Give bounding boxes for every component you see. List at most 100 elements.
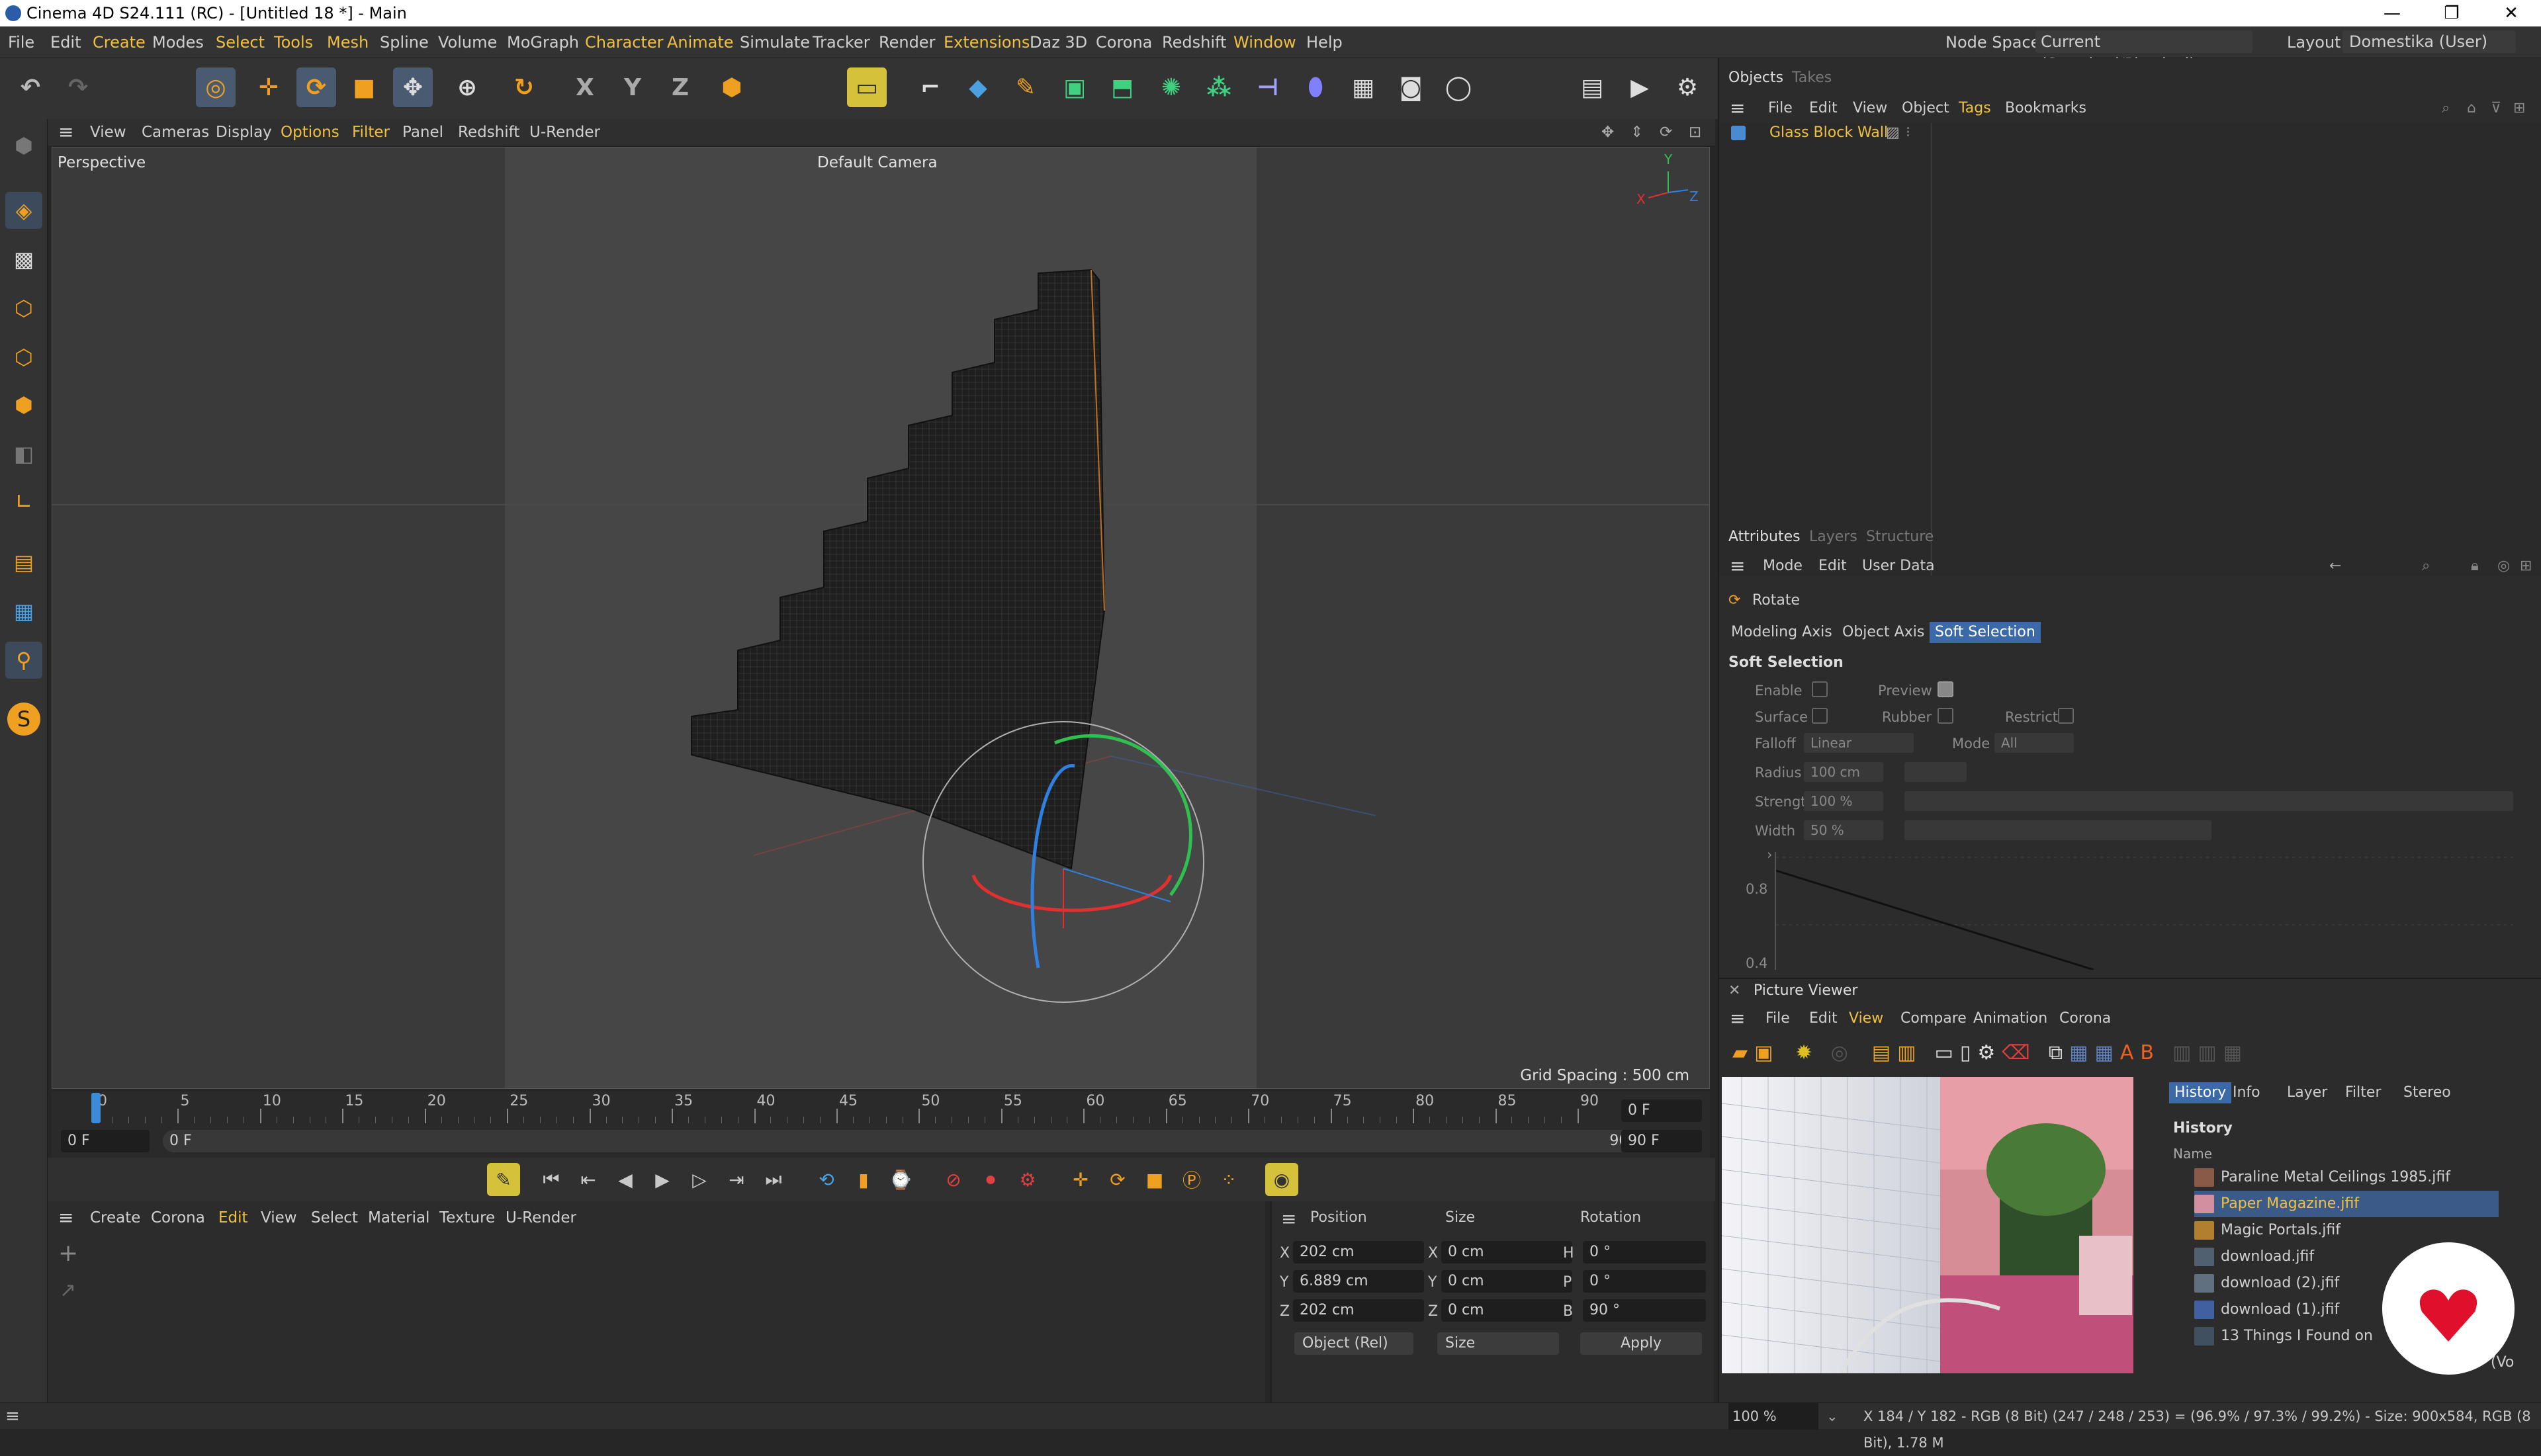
recent-tool-icon[interactable]: ↻ [504,67,544,107]
pv-hamburger-icon[interactable]: ≡ [1730,1006,1745,1032]
move-handle-icon[interactable]: ✥ [393,67,433,107]
pv-diff-icon[interactable]: ▦ [2223,1041,2242,1064]
light-icon[interactable]: ◯ [1439,67,1478,107]
field-icon[interactable]: ⬮ [1296,67,1335,107]
render-view-icon[interactable]: ▤ [1572,67,1612,107]
menu-character[interactable]: Character [585,26,664,58]
point-mode-icon[interactable]: ⬡ [5,290,42,327]
pv-frame-icon[interactable]: ▯ [1960,1041,1971,1064]
axis-mode-icon[interactable]: ∟ [5,483,42,520]
attr-menu-userdata[interactable]: User Data [1862,553,1935,579]
layout-dropdown[interactable]: Domestika (User) [2342,30,2516,53]
next-frame-icon[interactable]: ▷ [683,1163,716,1196]
go-to-start-icon[interactable]: ⏮ [535,1163,568,1196]
vp-menu-options[interactable]: Options [281,119,339,146]
grid-snap-icon[interactable]: ▦ [5,593,42,630]
vp-rotate-icon[interactable]: ⟳ [1660,119,1672,146]
pv-menu-animation[interactable]: Animation [1973,1006,2047,1032]
menu-corona[interactable]: Corona [1096,26,1152,58]
pv-ab-a-icon[interactable]: ▦ [2069,1041,2088,1064]
falloff-dropdown[interactable]: Linear [1804,733,1914,753]
pv-tab-history[interactable]: History [2169,1082,2232,1103]
pv-tab-info[interactable]: Info [2233,1081,2260,1105]
menu-file[interactable]: File [8,26,34,58]
obj-menu-edit[interactable]: Edit [1809,95,1838,122]
timeline[interactable]: 0 5 10 15 20 25 30 35 40 45 50 55 60 65 70 75 80 85 90 0 F… [52,1092,1710,1158]
vp-menu-urender[interactable]: U-Render [529,119,600,146]
mat-menu-create[interactable]: Create [90,1201,140,1234]
menu-help[interactable]: Help [1306,26,1343,58]
end-frame-field[interactable]: 90 F [1621,1130,1702,1152]
obj-menu-bookmarks[interactable]: Bookmarks [2005,95,2086,122]
cloner-icon[interactable]: ✺ [1151,67,1191,107]
zoom-field[interactable]: 100 % [1728,1403,1818,1430]
mode-dropdown[interactable]: All [1994,733,2074,753]
objects-newview-icon[interactable]: ⊞ [2513,95,2525,122]
mat-menu-urender[interactable]: U-Render [506,1201,576,1234]
menu-modes[interactable]: Modes [152,26,204,58]
history-item[interactable]: Paraline Metal Ceilings 1985.jfif [2194,1164,2499,1191]
rot-p-field[interactable]: 0 ° [1583,1270,1706,1293]
select-tool-icon[interactable]: ◎ [196,67,236,107]
render-settings-icon[interactable]: ⚙ [1668,67,1707,107]
enable-checkbox[interactable] [1812,681,1828,697]
mat-menu-material[interactable]: Material [368,1201,429,1234]
menu-animate[interactable]: Animate [667,26,734,58]
coordinate-mode-dropdown[interactable]: Object (Rel) [1294,1332,1413,1355]
menu-volume[interactable]: Volume [438,26,497,58]
make-editable-icon[interactable]: ⬢ [5,127,42,164]
timeline-ruler[interactable]: 0 5 10 15 20 25 30 35 40 45 50 55 60 65 70 75 80 85 90 [71,1092,1607,1125]
pv-split-icon[interactable]: ▥ [2172,1041,2191,1064]
menu-mograph[interactable]: MoGraph [507,26,579,58]
next-key-icon[interactable]: ⇥ [720,1163,753,1196]
pv-save-icon[interactable]: ▣ [1754,1041,1773,1064]
subtab-modeling-axis[interactable]: Modeling Axis [1726,619,1838,646]
vp-menu-filter[interactable]: Filter [352,119,390,146]
width-field[interactable]: 50 % [1804,820,1883,840]
rot-h-field[interactable]: 0 ° [1583,1241,1706,1263]
material-hamburger-icon[interactable]: ≡ [58,1201,73,1234]
viewport-hamburger-icon[interactable]: ≡ [58,119,73,146]
rotate-tool-icon[interactable]: ⟳ [296,67,336,107]
key-scale-icon[interactable]: ■ [1138,1163,1171,1196]
playhead[interactable] [91,1093,101,1123]
obj-menu-object[interactable]: Object [1902,95,1949,122]
previous-frame-icon[interactable]: ◀ [609,1163,642,1196]
size-z-field[interactable]: 0 cm [1441,1299,1572,1322]
graph-expand-arrow[interactable]: › [1767,847,1772,863]
restore-button[interactable]: ❐ [2422,0,2481,26]
menu-render[interactable]: Render [879,26,935,58]
previous-key-icon[interactable]: ⇤ [572,1163,605,1196]
objects-filter-icon[interactable]: ⊽ [2491,95,2501,122]
pv-region-icon[interactable]: ▭ [1934,1041,1953,1064]
scale-tool-icon[interactable]: ■ [344,67,384,107]
add-material-icon[interactable]: + [58,1237,78,1270]
size-mode-dropdown[interactable]: Size [1437,1332,1559,1355]
z-axis-lock-icon[interactable]: Z [660,67,700,107]
status-hamburger-icon[interactable]: ≡ [5,1403,20,1430]
pv-menu-corona[interactable]: Corona [2059,1006,2111,1032]
redo-icon[interactable]: ↷ [58,67,98,107]
pv-clear-icon[interactable]: ⌫ [2002,1041,2029,1064]
menu-redshift[interactable]: Redshift [1162,26,1226,58]
menu-simulate[interactable]: Simulate [740,26,810,58]
pv-copy-icon[interactable]: ▤ [1872,1041,1891,1064]
keyframe-mode-icon[interactable]: ✎ [487,1163,520,1196]
vp-menu-panel[interactable]: Panel [402,119,443,146]
tab-structure[interactable]: Structure [1866,525,1934,549]
mat-menu-texture[interactable]: Texture [439,1201,495,1234]
key-pla-icon[interactable]: ⁘ [1212,1163,1245,1196]
y-axis-lock-icon[interactable]: Y [613,67,652,107]
pv-tab-stereo[interactable]: Stereo [2403,1081,2451,1105]
attr-lock-icon[interactable]: 🔒︎ [2471,553,2479,579]
polygon-mode-icon[interactable]: ⬢ [5,386,42,423]
rendered-image[interactable] [1722,1077,2133,1373]
menu-edit[interactable]: Edit [50,26,81,58]
pos-y-field[interactable]: 6.889 cm [1293,1270,1424,1293]
autokey-icon[interactable]: ⏺ [974,1163,1007,1196]
pv-set-a-icon[interactable]: A [2120,1041,2134,1064]
pos-x-field[interactable]: 202 cm [1293,1241,1424,1263]
rot-b-field[interactable]: 90 ° [1583,1299,1706,1322]
coordinate-system-icon[interactable]: ⬢ [712,67,752,107]
loop-icon[interactable]: ⟲ [810,1163,843,1196]
